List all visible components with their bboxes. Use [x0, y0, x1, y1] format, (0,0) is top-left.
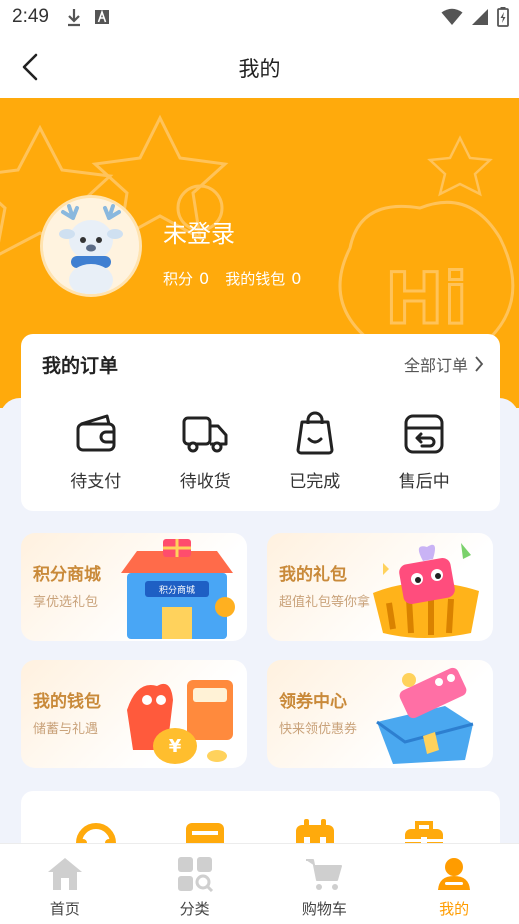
order-item-label: 已完成 — [289, 472, 341, 492]
tab-label: 购物车 — [301, 900, 347, 918]
battery-icon — [497, 7, 509, 27]
order-item-label: 待收货 — [179, 472, 231, 492]
bag-icon — [296, 411, 334, 455]
coupon-center-card[interactable]: 领券中心 快来领优惠券 — [267, 660, 493, 768]
orders-title: 我的订单 — [42, 355, 119, 377]
order-item-label: 售后中 — [398, 472, 450, 492]
chevron-right-icon — [475, 356, 484, 372]
points-value: 0 — [199, 269, 210, 288]
promo-title: 我的钱包 — [33, 692, 101, 712]
order-status-list: 待支付 待收货 已完成 售后中 — [21, 410, 500, 492]
points-label: 积分 — [163, 270, 194, 288]
shop-sign-text: 积分商城 — [159, 584, 195, 596]
order-item-after-sales[interactable]: 售后中 — [370, 410, 480, 492]
my-wallet-card[interactable]: 我的钱包 储蓄与礼遇 ¥ — [21, 660, 247, 768]
promo-subtitle: 储蓄与礼遇 — [33, 722, 99, 737]
title-bar: 我的 — [0, 36, 519, 98]
cart-icon — [306, 859, 343, 890]
shop-icon: 积分商城 — [121, 539, 235, 639]
tab-label: 我的 — [439, 900, 470, 918]
wallet-label: 我的钱包 — [225, 270, 286, 288]
coupon-box-icon — [376, 667, 474, 764]
tab-home[interactable]: 首页 — [0, 844, 130, 924]
tab-mine[interactable]: 我的 — [389, 844, 519, 924]
avatar[interactable] — [40, 195, 142, 297]
tab-category[interactable]: 分类 — [130, 844, 260, 924]
wallet-icon — [76, 414, 116, 452]
points-row: 积分 0 我的钱包 0 — [163, 268, 317, 289]
gift-basket-icon — [373, 543, 479, 638]
font-a-icon — [95, 9, 109, 24]
page-title: 我的 — [238, 57, 281, 81]
download-icon — [68, 9, 80, 27]
all-orders-label: 全部订单 — [403, 356, 468, 375]
order-item-pending-delivery[interactable]: 待收货 — [151, 410, 261, 492]
truck-icon — [182, 416, 228, 453]
promo-subtitle: 享优选礼包 — [33, 595, 99, 610]
points-mall-card[interactable]: 积分商城 享优选礼包 积分商城 — [21, 533, 247, 641]
wallet-value: 0 — [291, 269, 302, 288]
tab-label: 首页 — [49, 900, 80, 918]
bottom-tab-bar: 首页 分类 购物车 我的 — [0, 843, 519, 924]
status-bar: 2:49 — [0, 0, 519, 36]
order-item-pending-payment[interactable]: 待支付 — [41, 410, 151, 492]
svg-text:Hi: Hi — [385, 258, 468, 340]
login-status[interactable]: 未登录 — [163, 214, 235, 249]
money-bag-icon: ¥ — [127, 680, 233, 764]
promo-title: 领券中心 — [279, 692, 347, 712]
order-item-completed[interactable]: 已完成 — [260, 410, 370, 492]
promo-title: 我的礼包 — [279, 565, 347, 585]
home-icon — [47, 858, 82, 890]
svg-text:¥: ¥ — [169, 736, 182, 757]
user-icon — [438, 858, 471, 890]
order-item-label: 待支付 — [70, 472, 122, 492]
deer-avatar-icon — [43, 198, 139, 294]
tab-label: 分类 — [179, 900, 210, 918]
category-icon — [177, 857, 213, 892]
signal-icon — [472, 9, 488, 25]
tab-cart[interactable]: 购物车 — [260, 844, 390, 924]
promo-subtitle: 快来领优惠券 — [279, 722, 358, 737]
all-orders-link[interactable]: 全部订单 — [404, 352, 484, 376]
wifi-icon — [441, 8, 463, 25]
return-box-icon — [404, 414, 444, 454]
my-gift-pack-card[interactable]: 我的礼包 超值礼包等你拿 — [267, 533, 493, 641]
orders-card: 我的订单 全部订单 待支付 待收货 已完成 售后中 — [21, 334, 500, 511]
promo-title: 积分商城 — [33, 565, 101, 585]
status-time: 2:49 — [12, 6, 49, 27]
